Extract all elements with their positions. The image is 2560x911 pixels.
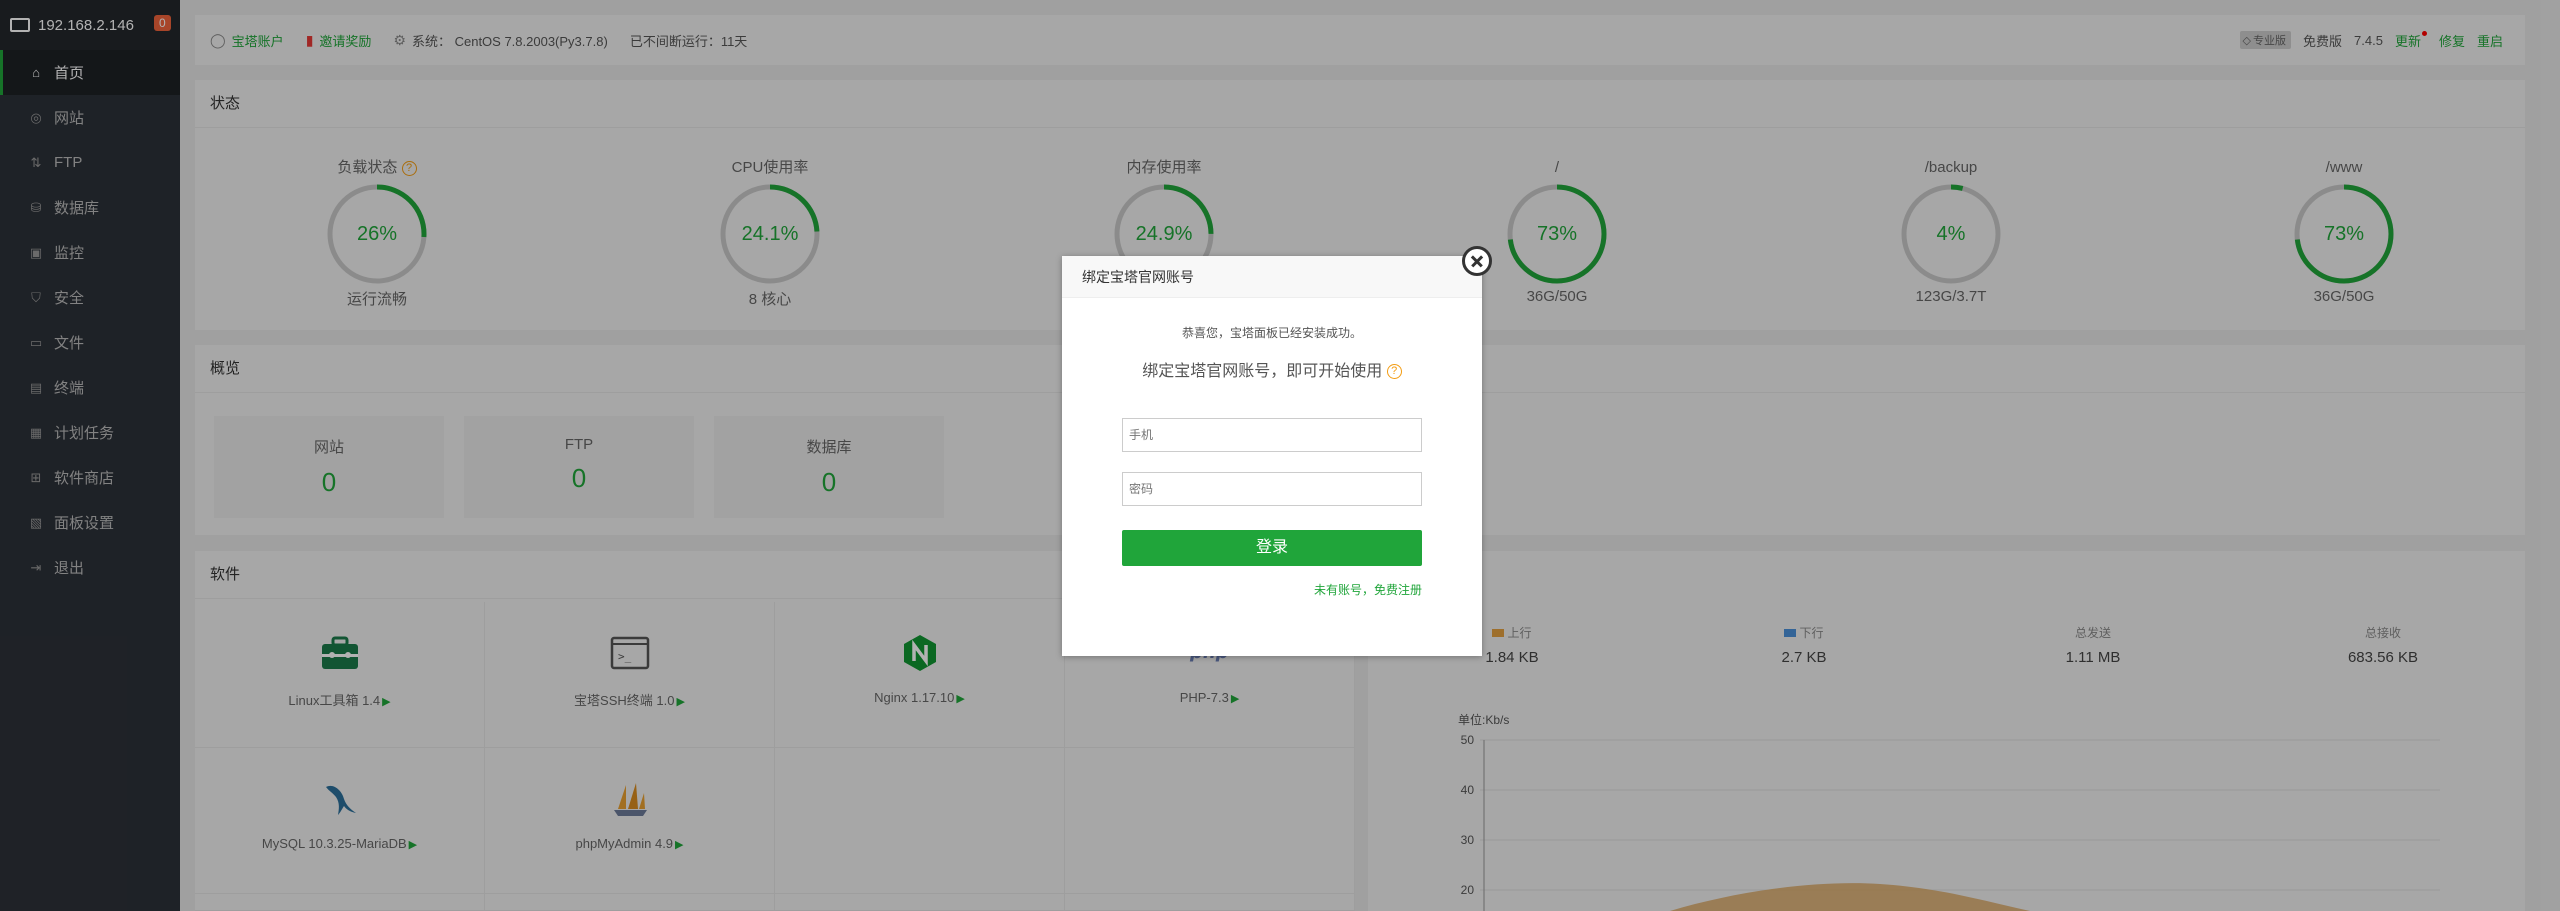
install-success-message: 恭喜您，宝塔面板已经安装成功。 [1181,326,1362,340]
phone-input[interactable] [1122,418,1422,452]
help-icon[interactable]: ? [1386,364,1402,380]
login-button[interactable]: 登录 [1122,530,1422,566]
bind-prompt: 绑定宝塔官网账号，即可开始使用 ? [1062,357,1482,381]
bind-account-dialog: 绑定宝塔官网账号 恭喜您，宝塔面板已经安装成功。 绑定宝塔官网账号，即可开始使用… [1062,246,1492,656]
close-icon[interactable] [1462,246,1492,276]
password-input[interactable] [1122,472,1422,506]
dialog-title: 绑定宝塔官网账号 [1062,256,1482,298]
bind-prompt-text: 绑定宝塔官网账号，即可开始使用 [1142,363,1383,380]
register-link[interactable]: 未有账号，免费注册 [1314,581,1422,598]
